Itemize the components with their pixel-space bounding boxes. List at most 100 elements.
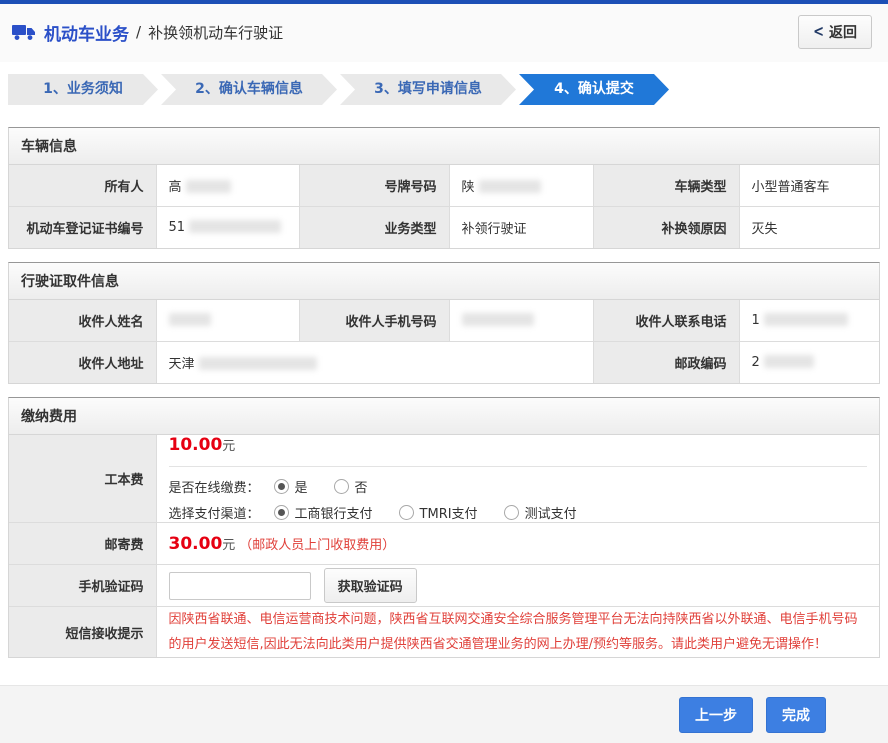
page-title[interactable]: 机动车业务 <box>44 20 129 45</box>
table-row: 收件人地址 天津 邮政编码 2 <box>9 341 879 383</box>
chevron-left-icon: < <box>813 23 824 41</box>
pickup-info-section: 行驶证取件信息 收件人姓名 收件人手机号码 收件人联系电话 1 收件人地址 天津… <box>8 262 880 384</box>
production-fee-amount: 10.00 <box>168 435 223 455</box>
pay-channel-question: 选择支付渠道： <box>168 507 260 522</box>
redacted-blur <box>461 313 534 326</box>
breadcrumb-current: 补换领机动车行驶证 <box>148 23 284 42</box>
fees-table: 工本费 10.00元 是否在线缴费： 是 否 选择支付渠道： 工商银行支付 TM… <box>9 435 879 657</box>
step-1-business-notes[interactable]: 1、业务须知 <box>8 74 158 105</box>
sms-notice-text: 因陕西省联通、电信运营商技术问题，陕西省互联网交通安全综合服务管理平台无法向持陕… <box>168 612 858 652</box>
redacted-blur <box>763 313 848 326</box>
page-header: 机动车业务 / 补换领机动车行驶证 < 返回 <box>0 4 888 62</box>
postal-code-value-text: 2 <box>751 355 760 370</box>
fees-section: 缴纳费用 工本费 10.00元 是否在线缴费： 是 否 选择支付渠道： 工商银行… <box>8 397 880 658</box>
plate-label: 号牌号码 <box>298 165 450 207</box>
reg-cert-value-text: 51 <box>168 220 186 235</box>
radio-option-tmri[interactable]: TMRI支付 <box>398 503 478 522</box>
radio-label: TMRI支付 <box>419 507 478 522</box>
production-fee-label: 工本费 <box>9 435 157 523</box>
sms-notice-row: 短信接收提示 因陕西省联通、电信运营商技术问题，陕西省互联网交通安全综合服务管理… <box>9 606 879 657</box>
owner-value-text: 高 <box>168 180 182 195</box>
reg-cert-label: 机动车登记证书编号 <box>9 206 157 248</box>
recipient-phone-label: 收件人联系电话 <box>592 300 740 342</box>
radio-icon[interactable] <box>273 505 289 520</box>
vehicle-info-section: 车辆信息 所有人 高 号牌号码 陕 车辆类型 小型普通客车 机动车登记证书编号 … <box>8 127 880 249</box>
mail-fee-unit: 元 <box>222 537 236 553</box>
vehicle-info-table: 所有人 高 号牌号码 陕 车辆类型 小型普通客车 机动车登记证书编号 51 业务… <box>9 165 879 248</box>
step-1-label: 1、业务须知 <box>43 81 123 97</box>
plate-value: 陕 <box>448 165 594 207</box>
truck-icon <box>12 24 36 41</box>
radio-option-no[interactable]: 否 <box>333 477 368 496</box>
recipient-phone-value-text: 1 <box>751 313 760 328</box>
step-2-label: 2、确认车辆信息 <box>195 81 303 97</box>
recipient-name-value <box>155 300 300 342</box>
radio-label: 测试支付 <box>524 507 577 522</box>
sms-code-input[interactable] <box>168 571 311 600</box>
owner-label: 所有人 <box>9 165 157 207</box>
mail-fee-content: 30.00元 （邮政人员上门收取费用） <box>155 522 879 565</box>
sms-code-content: 获取验证码 <box>155 564 879 607</box>
redacted-blur <box>763 355 814 368</box>
redacted-blur <box>168 313 211 326</box>
step-3-fill-application[interactable]: 3、填写申请信息 <box>340 74 516 105</box>
plate-value-text: 陕 <box>461 180 475 195</box>
recipient-mobile-label: 收件人手机号码 <box>298 300 450 342</box>
back-button-label: 返回 <box>829 25 857 41</box>
step-2-confirm-vehicle[interactable]: 2、确认车辆信息 <box>161 74 337 105</box>
back-button[interactable]: < 返回 <box>798 15 872 49</box>
reason-label: 补换领原因 <box>592 206 740 248</box>
recipient-address-value-text: 天津 <box>168 357 195 372</box>
radio-option-icbc[interactable]: 工商银行支付 <box>273 503 373 522</box>
pickup-info-title: 行驶证取件信息 <box>9 263 879 300</box>
radio-option-test[interactable]: 测试支付 <box>503 503 577 522</box>
recipient-mobile-value <box>448 300 594 342</box>
reg-cert-value: 51 <box>155 206 300 248</box>
radio-icon[interactable] <box>273 479 289 494</box>
mail-fee-row: 邮寄费 30.00元 （邮政人员上门收取费用） <box>9 522 879 565</box>
table-row: 收件人姓名 收件人手机号码 收件人联系电话 1 <box>9 300 879 342</box>
recipient-name-label: 收件人姓名 <box>9 300 157 342</box>
postal-code-label: 邮政编码 <box>592 341 740 383</box>
radio-label: 工商银行支付 <box>294 507 373 522</box>
radio-icon[interactable] <box>398 505 414 520</box>
get-code-button[interactable]: 获取验证码 <box>323 568 417 603</box>
breadcrumb: 机动车业务 / 补换领机动车行驶证 <box>12 20 283 45</box>
production-fee-content: 10.00元 是否在线缴费： 是 否 选择支付渠道： 工商银行支付 TMRI支付… <box>155 435 879 523</box>
step-progress: 1、业务须知 2、确认车辆信息 3、填写申请信息 4、确认提交 <box>8 74 880 105</box>
vehicle-info-title: 车辆信息 <box>9 128 879 165</box>
table-row: 所有人 高 号牌号码 陕 车辆类型 小型普通客车 <box>9 165 879 207</box>
online-pay-question-row: 是否在线缴费： 是 否 <box>169 477 868 496</box>
mail-fee-label: 邮寄费 <box>9 522 157 565</box>
sms-notice-content: 因陕西省联通、电信运营商技术问题，陕西省互联网交通安全综合服务管理平台无法向持陕… <box>155 606 879 657</box>
step-4-label: 4、确认提交 <box>554 81 634 97</box>
postal-code-value: 2 <box>738 341 879 383</box>
table-row: 机动车登记证书编号 51 业务类型 补领行驶证 补换领原因 灭失 <box>9 206 879 248</box>
recipient-address-label: 收件人地址 <box>9 341 157 383</box>
radio-label: 否 <box>354 481 368 496</box>
business-type-value: 补领行驶证 <box>448 206 594 248</box>
radio-option-yes[interactable]: 是 <box>273 477 308 496</box>
redacted-blur <box>198 357 317 370</box>
radio-icon[interactable] <box>503 505 519 520</box>
sms-notice-label: 短信接收提示 <box>9 606 157 657</box>
owner-value: 高 <box>155 165 300 207</box>
pickup-info-table: 收件人姓名 收件人手机号码 收件人联系电话 1 收件人地址 天津 邮政编码 2 <box>9 300 879 383</box>
production-fee-row: 工本费 10.00元 是否在线缴费： 是 否 选择支付渠道： 工商银行支付 TM… <box>9 435 879 523</box>
production-fee-price: 10.00元 <box>169 435 868 455</box>
step-4-confirm-submit[interactable]: 4、确认提交 <box>519 74 669 105</box>
previous-step-button[interactable]: 上一步 <box>679 696 753 733</box>
mail-fee-note: （邮政人员上门收取费用） <box>239 537 396 553</box>
divider <box>168 466 867 467</box>
footer-action-bar: 上一步 完成 <box>0 685 888 743</box>
radio-icon[interactable] <box>333 479 349 494</box>
online-pay-question: 是否在线缴费： <box>168 481 260 496</box>
finish-button[interactable]: 完成 <box>766 696 826 733</box>
mail-fee-amount: 30.00 <box>168 533 223 554</box>
pay-channel-question-row: 选择支付渠道： 工商银行支付 TMRI支付 测试支付 <box>169 503 868 522</box>
breadcrumb-separator: / <box>136 23 142 41</box>
redacted-blur <box>185 180 231 193</box>
fees-title: 缴纳费用 <box>9 398 879 435</box>
radio-label: 是 <box>294 481 308 496</box>
step-3-label: 3、填写申请信息 <box>374 81 482 97</box>
